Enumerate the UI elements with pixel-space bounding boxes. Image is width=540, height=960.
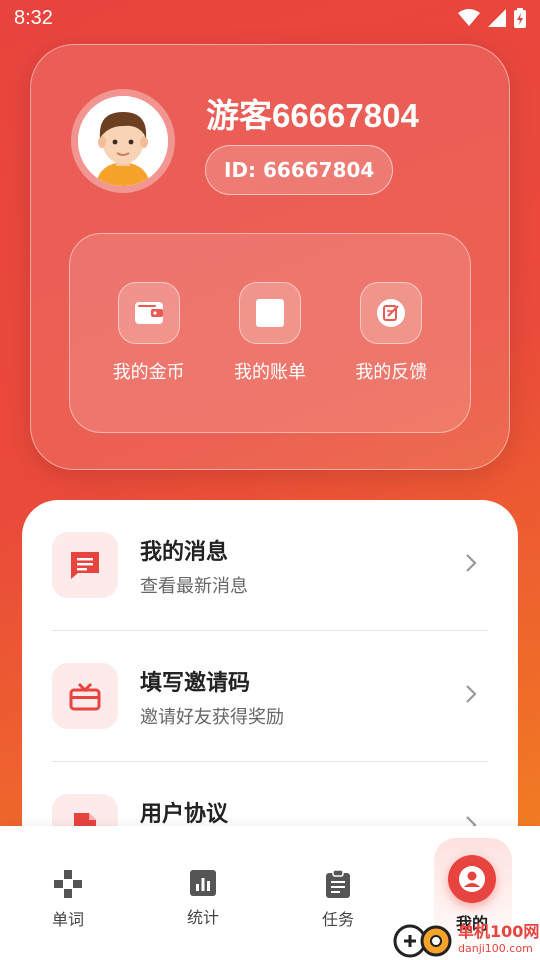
quick-action-label: 我的账单 <box>233 362 306 383</box>
nav-tab-label: 单词 <box>51 910 84 929</box>
menu-item-subtitle: 邀请好友获得奖励 <box>140 707 284 728</box>
gift-icon <box>52 663 118 729</box>
quick-action-feedback[interactable]: 我的反馈 <box>341 282 441 432</box>
username: 游客66667804 <box>206 97 419 134</box>
menu-item-title: 填写邀请码 <box>140 671 251 696</box>
menu-item-messages[interactable]: 我的消息 查看最新消息 <box>22 500 518 630</box>
wifi-icon <box>458 9 480 26</box>
nav-tab-mine[interactable] <box>448 855 496 903</box>
gamepad-icon <box>54 870 82 898</box>
menu-item-subtitle: 查看最新消息 <box>140 576 248 597</box>
menu-item-title: 用户协议 <box>140 802 229 827</box>
nav-tab-label: 任务 <box>321 910 354 929</box>
chart-icon <box>190 870 216 896</box>
menu-item-title: 我的消息 <box>140 540 229 565</box>
chevron-right-icon <box>466 685 477 703</box>
user-id-badge: ID: 66667804 <box>205 145 394 195</box>
bill-icon <box>238 282 301 344</box>
quick-action-label: 我的反馈 <box>355 362 428 383</box>
nav-tab-stats[interactable]: 统计 <box>153 826 253 960</box>
quick-action-label: 我的金币 <box>112 362 185 383</box>
watermark-url: danji100.com <box>458 941 533 955</box>
nav-tab-words[interactable]: 单词 <box>18 826 118 960</box>
nav-tab-tasks[interactable]: 任务 <box>288 826 388 960</box>
avatar-image <box>78 96 168 186</box>
battery-icon <box>514 8 526 28</box>
avatar[interactable] <box>71 89 175 193</box>
nav-tab-label: 统计 <box>186 908 219 927</box>
clipboard-icon <box>326 870 350 898</box>
profile-card: 游客66667804 ID: 66667804 我的金币 我的账单 我的反馈 <box>30 44 510 470</box>
quick-actions-panel: 我的金币 我的账单 我的反馈 <box>69 233 471 433</box>
quick-action-coins[interactable]: 我的金币 <box>99 282 199 432</box>
menu-item-invite-code[interactable]: 填写邀请码 邀请好友获得奖励 <box>22 631 518 761</box>
boy-avatar-icon <box>78 96 168 186</box>
watermark-name: 单机100网 <box>458 921 540 941</box>
quick-action-bill[interactable]: 我的账单 <box>220 282 320 432</box>
watermark-logo-icon <box>393 924 452 958</box>
message-icon <box>52 532 118 598</box>
chevron-right-icon <box>466 554 477 572</box>
status-icons <box>458 8 526 28</box>
feedback-icon <box>360 282 423 344</box>
site-watermark: 单机100网 danji100.com <box>392 918 540 960</box>
signal-icon <box>488 9 506 27</box>
wallet-icon <box>117 282 180 344</box>
status-bar: 8:32 <box>0 0 540 36</box>
user-icon <box>459 866 485 892</box>
status-time: 8:32 <box>14 6 53 29</box>
